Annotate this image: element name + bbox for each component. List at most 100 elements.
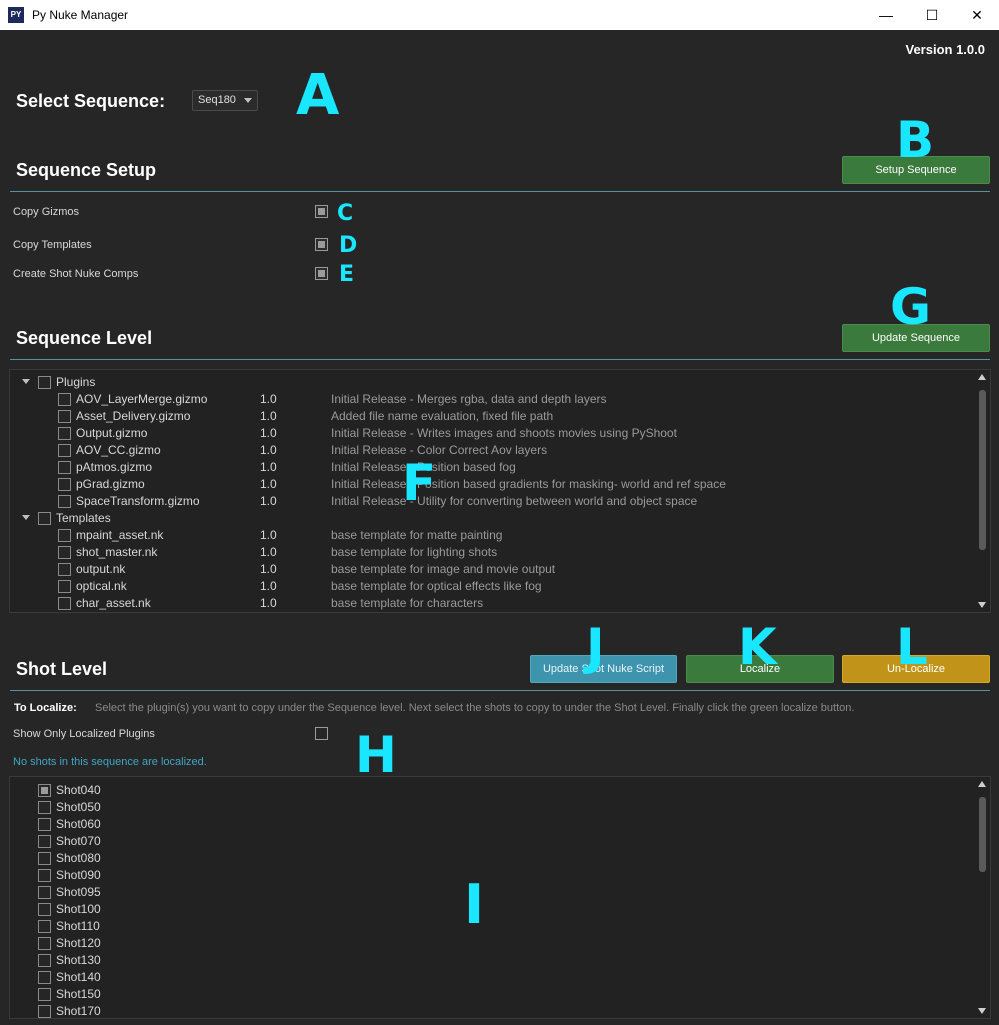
list-item[interactable]: Shot080 bbox=[10, 850, 310, 867]
plugin-tree[interactable]: Plugins AOV_LayerMerge.gizmo 1.0 Initial… bbox=[9, 369, 991, 613]
tree-row[interactable]: shot_master.nk 1.0 base template for lig… bbox=[10, 544, 970, 561]
list-item[interactable]: Shot040 bbox=[10, 782, 310, 799]
shot-name: Shot040 bbox=[56, 783, 101, 797]
item-description: Initial Release - Color Correct Aov laye… bbox=[331, 443, 548, 457]
item-version: 1.0 bbox=[260, 545, 277, 559]
expand-arrow-icon[interactable] bbox=[22, 379, 30, 384]
list-item[interactable]: Shot050 bbox=[10, 799, 310, 816]
shot-checkbox[interactable] bbox=[38, 784, 51, 797]
shot-checkbox[interactable] bbox=[38, 920, 51, 933]
list-item[interactable]: Shot100 bbox=[10, 901, 310, 918]
show-only-localized-checkbox[interactable] bbox=[315, 727, 328, 740]
scroll-thumb[interactable] bbox=[979, 797, 986, 872]
tree-row[interactable]: SpaceTransform.gizmo 1.0 Initial Release… bbox=[10, 493, 970, 510]
tree-category-templates[interactable]: Templates bbox=[10, 510, 970, 527]
item-name: Output.gizmo bbox=[76, 426, 148, 440]
item-checkbox[interactable] bbox=[58, 393, 71, 406]
show-only-localized-label: Show Only Localized Plugins bbox=[13, 728, 155, 740]
shot-checkbox[interactable] bbox=[38, 886, 51, 899]
list-item[interactable]: Shot130 bbox=[10, 952, 310, 969]
copy-templates-label: Copy Templates bbox=[13, 239, 92, 251]
tree-row[interactable]: AOV_LayerMerge.gizmo 1.0 Initial Release… bbox=[10, 391, 970, 408]
divider bbox=[10, 359, 990, 360]
item-checkbox[interactable] bbox=[58, 529, 71, 542]
item-checkbox[interactable] bbox=[58, 597, 71, 610]
tree-row[interactable]: output.nk 1.0 base template for image an… bbox=[10, 561, 970, 578]
tree-row[interactable]: mpaint_asset.nk 1.0 base template for ma… bbox=[10, 527, 970, 544]
shot-list[interactable]: Shot040 Shot050 Shot060 Shot070 Shot080 … bbox=[9, 776, 991, 1019]
version-label: Version 1.0.0 bbox=[905, 42, 986, 57]
copy-templates-checkbox[interactable] bbox=[315, 238, 328, 251]
tree-row[interactable]: Output.gizmo 1.0 Initial Release - Write… bbox=[10, 425, 970, 442]
list-item[interactable]: Shot060 bbox=[10, 816, 310, 833]
shot-checkbox[interactable] bbox=[38, 988, 51, 1001]
item-checkbox[interactable] bbox=[58, 444, 71, 457]
shot-list-scrollbar[interactable] bbox=[976, 777, 988, 1018]
tree-category-plugins[interactable]: Plugins bbox=[10, 374, 970, 391]
expand-arrow-icon[interactable] bbox=[22, 515, 30, 520]
window-titlebar[interactable]: PY Py Nuke Manager — ☐ ✕ bbox=[0, 0, 999, 30]
scroll-down-icon[interactable] bbox=[978, 1008, 986, 1014]
close-button[interactable]: ✕ bbox=[954, 0, 999, 30]
item-checkbox[interactable] bbox=[58, 563, 71, 576]
item-checkbox[interactable] bbox=[58, 461, 71, 474]
annotation-l: L bbox=[896, 618, 928, 676]
shot-checkbox[interactable] bbox=[38, 869, 51, 882]
item-checkbox[interactable] bbox=[58, 427, 71, 440]
minimize-button[interactable]: — bbox=[863, 0, 909, 30]
shot-checkbox[interactable] bbox=[38, 818, 51, 831]
shot-checkbox[interactable] bbox=[38, 852, 51, 865]
item-name: pGrad.gizmo bbox=[76, 477, 145, 491]
scroll-up-icon[interactable] bbox=[978, 374, 986, 380]
category-checkbox[interactable] bbox=[38, 512, 51, 525]
shot-checkbox[interactable] bbox=[38, 801, 51, 814]
list-item[interactable]: Shot140 bbox=[10, 969, 310, 986]
shot-name: Shot060 bbox=[56, 817, 101, 831]
scroll-down-icon[interactable] bbox=[978, 602, 986, 608]
list-item[interactable]: Shot170 bbox=[10, 1003, 310, 1018]
copy-gizmos-label: Copy Gizmos bbox=[13, 206, 80, 218]
window-title: Py Nuke Manager bbox=[32, 8, 129, 22]
category-checkbox[interactable] bbox=[38, 376, 51, 389]
shot-checkbox[interactable] bbox=[38, 1005, 51, 1018]
item-name: shot_master.nk bbox=[76, 545, 158, 559]
sequence-select[interactable]: Seq180 bbox=[192, 90, 258, 111]
shot-name: Shot140 bbox=[56, 970, 101, 984]
list-item[interactable]: Shot150 bbox=[10, 986, 310, 1003]
maximize-button[interactable]: ☐ bbox=[909, 0, 955, 30]
to-localize-instructions: Select the plugin(s) you want to copy un… bbox=[95, 702, 855, 714]
list-item[interactable]: Shot095 bbox=[10, 884, 310, 901]
item-checkbox[interactable] bbox=[58, 410, 71, 423]
annotation-d: D bbox=[339, 233, 358, 258]
list-item[interactable]: Shot090 bbox=[10, 867, 310, 884]
shot-checkbox[interactable] bbox=[38, 937, 51, 950]
scroll-up-icon[interactable] bbox=[978, 781, 986, 787]
tree-row[interactable]: pGrad.gizmo 1.0 Initial Release - Positi… bbox=[10, 476, 970, 493]
item-checkbox[interactable] bbox=[58, 495, 71, 508]
tree-row[interactable]: char_asset.nk 1.0 base template for char… bbox=[10, 595, 970, 612]
tree-scrollbar[interactable] bbox=[976, 370, 988, 612]
shot-name: Shot050 bbox=[56, 800, 101, 814]
shot-name: Shot150 bbox=[56, 987, 101, 1001]
annotation-k: K bbox=[738, 618, 777, 676]
shot-checkbox[interactable] bbox=[38, 954, 51, 967]
shot-checkbox[interactable] bbox=[38, 835, 51, 848]
list-item[interactable]: Shot070 bbox=[10, 833, 310, 850]
tree-row[interactable]: Asset_Delivery.gizmo 1.0 Added file name… bbox=[10, 408, 970, 425]
shot-name: Shot090 bbox=[56, 868, 101, 882]
tree-row[interactable]: pAtmos.gizmo 1.0 Initial Release - Posit… bbox=[10, 459, 970, 476]
item-checkbox[interactable] bbox=[58, 546, 71, 559]
category-name: Templates bbox=[56, 511, 111, 525]
item-checkbox[interactable] bbox=[58, 580, 71, 593]
scroll-thumb[interactable] bbox=[979, 390, 986, 550]
shot-checkbox[interactable] bbox=[38, 971, 51, 984]
tree-row[interactable]: AOV_CC.gizmo 1.0 Initial Release - Color… bbox=[10, 442, 970, 459]
create-shot-comps-checkbox[interactable] bbox=[315, 267, 328, 280]
copy-gizmos-checkbox[interactable] bbox=[315, 205, 328, 218]
list-item[interactable]: Shot120 bbox=[10, 935, 310, 952]
sequence-setup-title: Sequence Setup bbox=[16, 160, 157, 180]
shot-checkbox[interactable] bbox=[38, 903, 51, 916]
item-checkbox[interactable] bbox=[58, 478, 71, 491]
tree-row[interactable]: optical.nk 1.0 base template for optical… bbox=[10, 578, 970, 595]
list-item[interactable]: Shot110 bbox=[10, 918, 310, 935]
